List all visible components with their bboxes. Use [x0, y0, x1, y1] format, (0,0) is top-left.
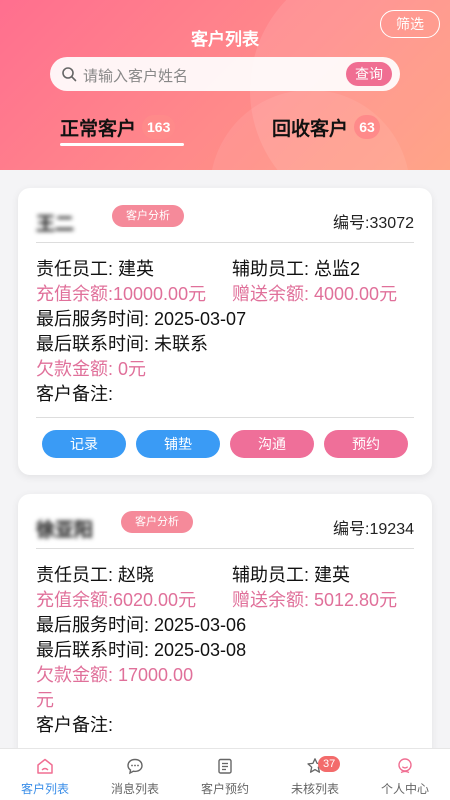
assistant-staff: 辅助员工: 建英 [232, 565, 351, 585]
filter-button[interactable]: 筛选 [380, 10, 440, 38]
customer-name: 徐亚阳 [36, 520, 94, 541]
count-badge: 63 [354, 115, 381, 139]
profile-icon [398, 758, 412, 774]
assistant-staff: 辅助员工: 总监2 [232, 259, 361, 279]
customer-card[interactable]: 王二 客户分析 编号:33072 责任员工: 建英 辅助员工: 总监2 充值余额… [18, 188, 432, 475]
gift-balance: 赠送余额: 5012.80元 [232, 590, 398, 610]
recharge-balance: 充值余额:6020.00元 [36, 590, 197, 610]
tab-label: 正常客户 [60, 118, 137, 140]
appointment-button[interactable]: 预约 [324, 430, 408, 458]
tabbar-label: 个人中心 [380, 782, 429, 796]
last-contact-time: 最后联系时间: 未联系 [36, 334, 209, 354]
tab-recycled-customers[interactable]: 回收客户 63 [272, 112, 381, 142]
customer-id: 编号:19234 [333, 521, 414, 538]
customer-name: 王二 [36, 214, 75, 235]
tab-normal-customers[interactable]: 正常客户 163 [60, 112, 176, 142]
last-service-time: 最后服务时间: 2025-03-07 [36, 309, 247, 329]
tabbar-label: 客户预约 [200, 782, 249, 796]
tabbar-item-unverified[interactable]: 37 未核列表 [270, 749, 360, 800]
tabbar-item-appointments[interactable]: 客户预约 [180, 749, 270, 800]
customer-remark: 客户备注: [36, 384, 114, 404]
record-button[interactable]: 记录 [42, 430, 126, 458]
responsible-staff: 责任员工: 建英 [36, 259, 155, 279]
communicate-button[interactable]: 沟通 [230, 430, 314, 458]
debt-amount: 欠款金额: 0元 [36, 359, 147, 379]
recharge-balance: 充值余额:10000.00元 [36, 284, 207, 304]
tabbar-item-profile[interactable]: 个人中心 [360, 749, 450, 800]
divider [36, 548, 414, 549]
debt-amount-unit: 元 [36, 690, 54, 710]
tab-label: 回收客户 [272, 118, 349, 140]
header: 客户列表 筛选 请输入客户姓名 查询 正常客户 163 回收客户 63 [0, 0, 450, 170]
last-service-time: 最后服务时间: 2025-03-06 [36, 615, 247, 635]
appointment-icon [218, 758, 232, 774]
customer-list-icon [37, 758, 53, 774]
tabbar-label: 未核列表 [290, 782, 339, 796]
tabbar-item-messages[interactable]: 消息列表 [90, 749, 180, 800]
unverified-count-badge: 37 [318, 756, 341, 772]
gift-balance: 赠送余额: 4000.00元 [232, 284, 398, 304]
customer-analysis-button[interactable]: 客户分析 [112, 205, 184, 227]
tabbar-label: 客户列表 [20, 782, 69, 796]
search-button[interactable]: 查询 [346, 62, 392, 86]
customer-analysis-button[interactable]: 客户分析 [121, 511, 193, 533]
customer-id: 编号:33072 [333, 215, 414, 232]
search-icon [62, 67, 77, 82]
debt-amount: 欠款金额: 17000.00 [36, 665, 194, 685]
tabbar-item-customer-list[interactable]: 客户列表 [0, 749, 90, 800]
divider [36, 417, 414, 418]
prep-button[interactable]: 铺垫 [136, 430, 220, 458]
active-tab-indicator [60, 143, 184, 146]
divider [36, 242, 414, 243]
action-bar: 记录 铺垫 沟通 预约 [42, 430, 408, 458]
search-input[interactable]: 请输入客户姓名 [83, 65, 188, 86]
responsible-staff: 责任员工: 赵晓 [36, 565, 155, 585]
search-bar[interactable]: 请输入客户姓名 查询 [50, 57, 400, 91]
message-icon [127, 758, 143, 775]
customer-card[interactable]: 徐亚阳 客户分析 编号:19234 责任员工: 赵晓 辅助员工: 建英 充值余额… [18, 494, 432, 774]
bottom-tab-bar: 客户列表 消息列表 客户预约 37 未核列表 个人中心 [0, 748, 450, 800]
count-badge: 163 [142, 115, 176, 139]
customer-remark: 客户备注: [36, 715, 114, 735]
tabbar-label: 消息列表 [110, 782, 159, 796]
last-contact-time: 最后联系时间: 2025-03-08 [36, 640, 247, 660]
